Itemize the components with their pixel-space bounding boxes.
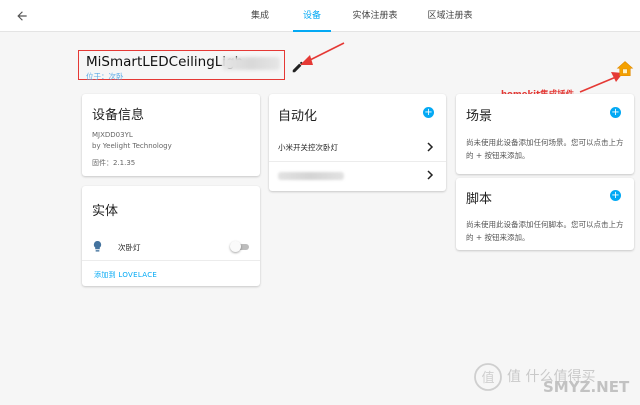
chevron-right-icon <box>427 142 434 152</box>
device-info-card: 设备信息 MJXDD03YL by Yeelight Technology 固件… <box>82 94 260 176</box>
add-automation-button[interactable]: + <box>423 107 434 118</box>
script-card: 脚本 + 尚未使用此设备添加任何脚本。您可以点击上方的 + 按钮来添加。 <box>456 178 634 250</box>
redacted-text <box>222 57 280 70</box>
homekit-icon[interactable] <box>616 60 634 78</box>
divider <box>82 260 260 261</box>
top-bar: 集成 设备 实体注册表 区域注册表 <box>0 0 640 32</box>
device-firmware: 固件：2.1.35 <box>92 159 136 167</box>
lightbulb-icon <box>93 241 102 252</box>
entity-name[interactable]: 次卧灯 <box>118 242 141 253</box>
entity-toggle[interactable] <box>230 241 250 252</box>
chevron-right-icon <box>427 170 434 180</box>
device-manufacturer: by Yeelight Technology <box>92 142 172 150</box>
toggle-knob <box>230 241 241 252</box>
scene-empty-text: 尚未使用此设备添加任何场景。您可以点击上方的 + 按钮来添加。 <box>466 138 624 160</box>
plus-icon: + <box>424 107 433 118</box>
watermark-brand: SMYZ.NET <box>543 378 630 396</box>
watermark-logo-icon: 值 <box>474 363 502 391</box>
back-button[interactable] <box>12 6 32 26</box>
tab-entity-registry[interactable]: 实体注册表 <box>347 0 403 32</box>
annotation-arrow-icon <box>300 42 345 65</box>
card-title: 实体 <box>92 204 119 219</box>
card-title: 自动化 <box>278 109 318 124</box>
script-empty-text: 尚未使用此设备添加任何脚本。您可以点击上方的 + 按钮来添加。 <box>466 220 624 242</box>
redacted-text <box>278 172 344 180</box>
device-area-link[interactable]: 位于：次卧 <box>86 71 124 82</box>
entities-card: 实体 次卧灯 添加到 LOVELACE <box>82 186 260 286</box>
add-script-button[interactable]: + <box>610 190 621 201</box>
plus-icon: + <box>611 107 620 118</box>
scene-card: 场景 + 尚未使用此设备添加任何场景。您可以点击上方的 + 按钮来添加。 <box>456 94 634 174</box>
add-scene-button[interactable]: + <box>610 107 621 118</box>
tab-devices[interactable]: 设备 <box>293 0 331 32</box>
divider <box>269 161 446 162</box>
tab-integrations[interactable]: 集成 <box>240 0 280 32</box>
card-title: 设备信息 <box>92 108 145 123</box>
automation-item[interactable]: 小米开关控次卧灯 <box>269 137 446 159</box>
svg-text:值: 值 <box>481 370 494 386</box>
card-title: 脚本 <box>466 192 493 207</box>
arrow-left-icon <box>17 11 27 21</box>
card-title: 场景 <box>466 109 493 124</box>
automation-label: 小米开关控次卧灯 <box>278 143 338 152</box>
plus-icon: + <box>611 190 620 201</box>
automation-card: 自动化 + 小米开关控次卧灯 <box>269 94 446 191</box>
automation-item[interactable] <box>269 165 446 187</box>
add-to-lovelace-button[interactable]: 添加到 LOVELACE <box>94 270 157 280</box>
device-model: MJXDD03YL <box>92 131 133 139</box>
tab-area-registry[interactable]: 区域注册表 <box>422 0 478 32</box>
